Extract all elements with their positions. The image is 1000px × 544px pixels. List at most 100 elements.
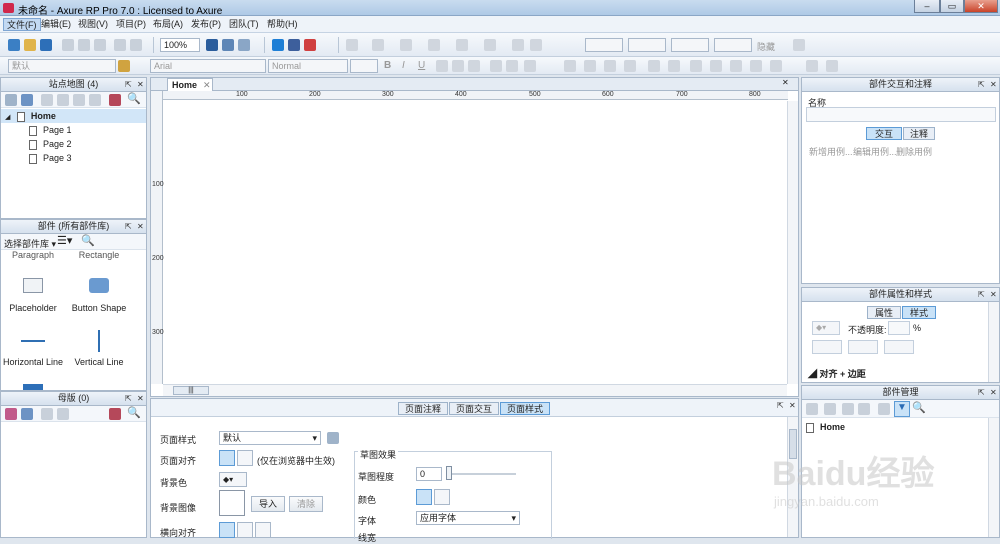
- move-up-icon[interactable]: [842, 403, 854, 415]
- indent-icon[interactable]: [73, 94, 85, 106]
- pin-icon[interactable]: ⇱: [978, 290, 985, 299]
- sitemap-item-page2[interactable]: Page 2: [29, 137, 72, 151]
- menu-publish[interactable]: 发布(P): [188, 18, 224, 31]
- tab-interactions[interactable]: 交互: [866, 127, 902, 140]
- underline-icon[interactable]: U: [418, 60, 425, 71]
- pin-icon[interactable]: ⇱: [978, 388, 985, 397]
- sitemap-item-page3[interactable]: Page 3: [29, 151, 72, 165]
- props-scrollbar[interactable]: [787, 417, 798, 537]
- horizontal-scrollbar[interactable]: |||: [163, 384, 787, 396]
- x-field[interactable]: [585, 38, 623, 52]
- widget-props-scrollbar[interactable]: [988, 302, 999, 382]
- cut-icon[interactable]: [62, 39, 74, 51]
- horizontal-line-widget-icon[interactable]: [21, 340, 45, 342]
- widget-manager-scrollbar[interactable]: [988, 418, 999, 537]
- edit-style-icon[interactable]: [327, 432, 339, 444]
- search-icon[interactable]: 🔍: [127, 92, 141, 105]
- y-field[interactable]: [628, 38, 666, 52]
- opacity-input[interactable]: [888, 321, 910, 335]
- unlock-icon[interactable]: [826, 60, 838, 72]
- tab-page-style[interactable]: 页面样式: [500, 402, 550, 415]
- tab-properties[interactable]: 属性: [867, 306, 901, 319]
- add-case-link[interactable]: 新增用例...: [809, 145, 853, 158]
- menu-layout[interactable]: 布局(A): [150, 18, 186, 31]
- align-right-icon[interactable]: [468, 60, 480, 72]
- lock-icon[interactable]: [793, 39, 805, 51]
- duplicate-icon[interactable]: [824, 403, 836, 415]
- menu-project[interactable]: 项目(P): [113, 18, 149, 31]
- h-field[interactable]: [714, 38, 752, 52]
- delete-icon[interactable]: [878, 403, 890, 415]
- close-panel-icon[interactable]: ✕: [137, 394, 144, 403]
- close-panel-icon[interactable]: ✕: [137, 80, 144, 89]
- page-tab-home[interactable]: Home ✕: [167, 78, 213, 91]
- placeholder-widget-icon[interactable]: [23, 278, 43, 293]
- border-width-picker[interactable]: [848, 340, 878, 354]
- valign-bottom-icon[interactable]: [506, 60, 518, 72]
- font-color-picker[interactable]: [884, 340, 914, 354]
- add-folder-icon[interactable]: [21, 94, 33, 106]
- close-panel-icon[interactable]: ✕: [990, 388, 997, 397]
- zoom-select[interactable]: 100%: [160, 38, 200, 52]
- menu-view[interactable]: 视图(V): [75, 18, 111, 31]
- border-color-icon[interactable]: [456, 39, 468, 51]
- select-mode-icon[interactable]: [206, 39, 218, 51]
- pin-icon[interactable]: ⇱: [978, 80, 985, 89]
- menu-team[interactable]: 团队(T): [226, 18, 262, 31]
- vertical-scrollbar[interactable]: [787, 101, 798, 384]
- widget-vertical-line[interactable]: Vertical Line: [59, 357, 139, 367]
- add-folder-icon[interactable]: [21, 408, 33, 420]
- italic-icon[interactable]: I: [402, 60, 405, 71]
- group-icon[interactable]: [648, 60, 660, 72]
- close-button[interactable]: ✕: [964, 0, 998, 13]
- widget-name-input[interactable]: [806, 107, 996, 122]
- edit-case-link[interactable]: 编辑用例...: [853, 145, 897, 158]
- share-icon[interactable]: [288, 39, 300, 51]
- pin-icon[interactable]: ⇱: [125, 222, 132, 231]
- arrow-style-icon[interactable]: [428, 39, 440, 51]
- add-icon[interactable]: [806, 403, 818, 415]
- tab-page-notes[interactable]: 页面注释: [398, 402, 448, 415]
- font-size-select[interactable]: [350, 59, 378, 73]
- tab-notes[interactable]: 注释: [903, 127, 935, 140]
- format-painter-icon[interactable]: [118, 60, 130, 72]
- sketch-degree-input[interactable]: 0: [416, 467, 442, 481]
- search-icon[interactable]: 🔍: [127, 406, 141, 419]
- distribute-icon[interactable]: [530, 39, 542, 51]
- paste-icon[interactable]: [94, 39, 106, 51]
- sitemap-item-home[interactable]: ◢ Home: [1, 109, 146, 123]
- distribute-objects-icon[interactable]: [584, 60, 596, 72]
- sketch-font-select[interactable]: 应用字体 ▾: [416, 511, 520, 525]
- menu-edit[interactable]: 编辑(E): [38, 18, 74, 31]
- pen-icon[interactable]: [238, 39, 250, 51]
- align-left-button[interactable]: [219, 450, 235, 466]
- close-panel-icon[interactable]: ✕: [137, 222, 144, 231]
- add-page-icon[interactable]: [5, 94, 17, 106]
- sketch-slider-track[interactable]: [446, 473, 516, 475]
- props-scroll-thumb[interactable]: [789, 429, 797, 459]
- undo-icon[interactable]: [114, 39, 126, 51]
- align-middle-obj-icon[interactable]: [770, 60, 782, 72]
- close-panel-icon[interactable]: ✕: [990, 290, 997, 299]
- preview-icon[interactable]: [272, 39, 284, 51]
- save-icon[interactable]: [40, 39, 52, 51]
- copy-icon[interactable]: [78, 39, 90, 51]
- expand-icon[interactable]: ◢: [5, 114, 10, 121]
- align-center-icon[interactable]: [452, 60, 464, 72]
- border-color-picker[interactable]: [812, 340, 842, 354]
- align-left-obj-icon[interactable]: [690, 60, 702, 72]
- tab-page-interactions[interactable]: 页面交互: [449, 402, 499, 415]
- minimize-button[interactable]: –: [914, 0, 940, 13]
- search-icon[interactable]: 🔍: [81, 234, 95, 247]
- search-icon[interactable]: 🔍: [912, 401, 926, 414]
- font-family-select[interactable]: Arial: [150, 59, 266, 73]
- redo-icon[interactable]: [130, 39, 142, 51]
- hotspot-widget-icon[interactable]: [23, 384, 43, 390]
- menu-icon[interactable]: ☰▾: [57, 234, 72, 247]
- send-back-icon[interactable]: [624, 60, 636, 72]
- menu-file[interactable]: 文件(F): [3, 18, 41, 31]
- outdent-icon[interactable]: [89, 94, 101, 106]
- move-up-icon[interactable]: [41, 94, 53, 106]
- close-all-tabs-icon[interactable]: ✕: [782, 78, 789, 87]
- align-objects-icon[interactable]: [564, 60, 576, 72]
